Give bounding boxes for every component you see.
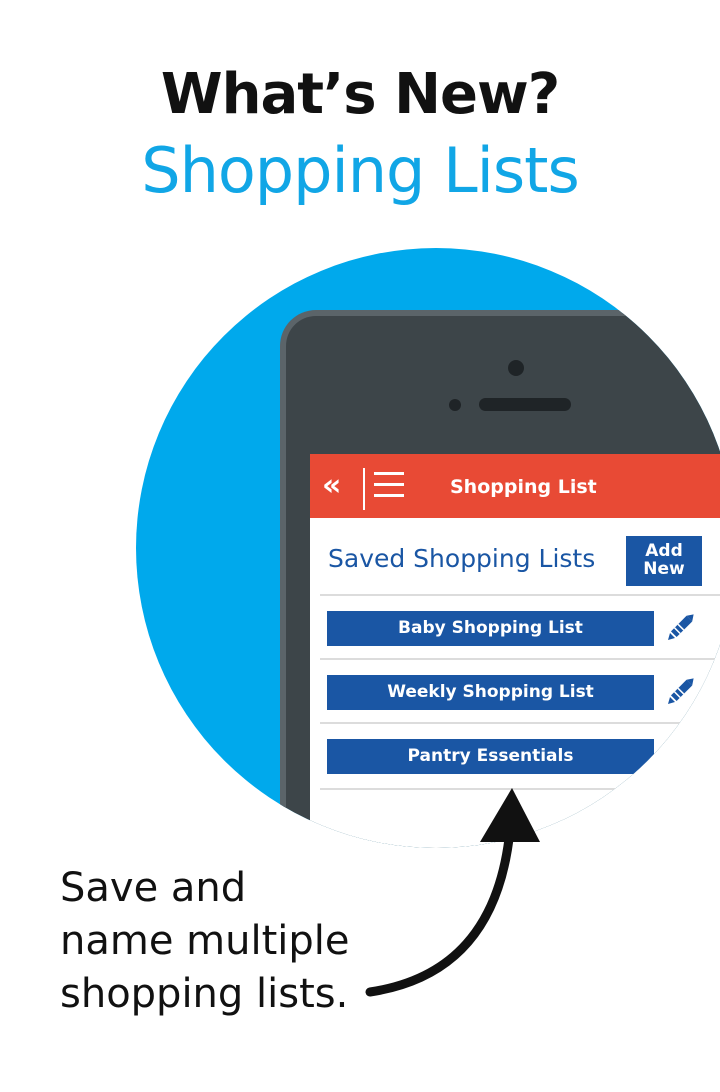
app-bar: « Shopping List (310, 454, 720, 518)
phone-camera (508, 360, 524, 376)
phone-sensor (449, 399, 461, 411)
add-new-button[interactable]: Add New (626, 536, 702, 586)
hamburger-menu-icon[interactable] (374, 472, 404, 500)
app-bar-divider (363, 468, 365, 510)
list-button-baby[interactable]: Baby Shopping List (327, 611, 654, 646)
list-button-pantry[interactable]: Pantry Essentials (327, 739, 654, 774)
caption-line-3: shopping lists. (60, 971, 349, 1017)
phone-speaker (479, 398, 571, 411)
saved-lists-title: Saved Shopping Lists (328, 544, 596, 573)
double-chevron-left-icon[interactable]: « (322, 468, 354, 504)
headline-shopping-lists: Shopping Lists (141, 134, 580, 207)
feature-circle-background: « Shopping List Saved Shopping Lists Add… (136, 248, 720, 848)
add-new-label-line2: New (643, 559, 685, 579)
app-bar-title: Shopping List (450, 476, 597, 498)
pencil-icon[interactable] (666, 672, 700, 706)
divider (320, 722, 720, 724)
add-new-label-line1: Add (645, 541, 683, 561)
caption-line-2: name multiple (60, 918, 350, 964)
divider (320, 594, 720, 596)
list-button-weekly[interactable]: Weekly Shopping List (327, 675, 654, 710)
caption-line-1: Save and (60, 865, 247, 911)
headline-whats-new: What’s New? (160, 62, 560, 127)
divider (320, 658, 720, 660)
caption: Save and name multiple shopping lists. (60, 862, 400, 1021)
pencil-icon[interactable] (666, 608, 700, 642)
curved-arrow-icon (365, 788, 540, 997)
